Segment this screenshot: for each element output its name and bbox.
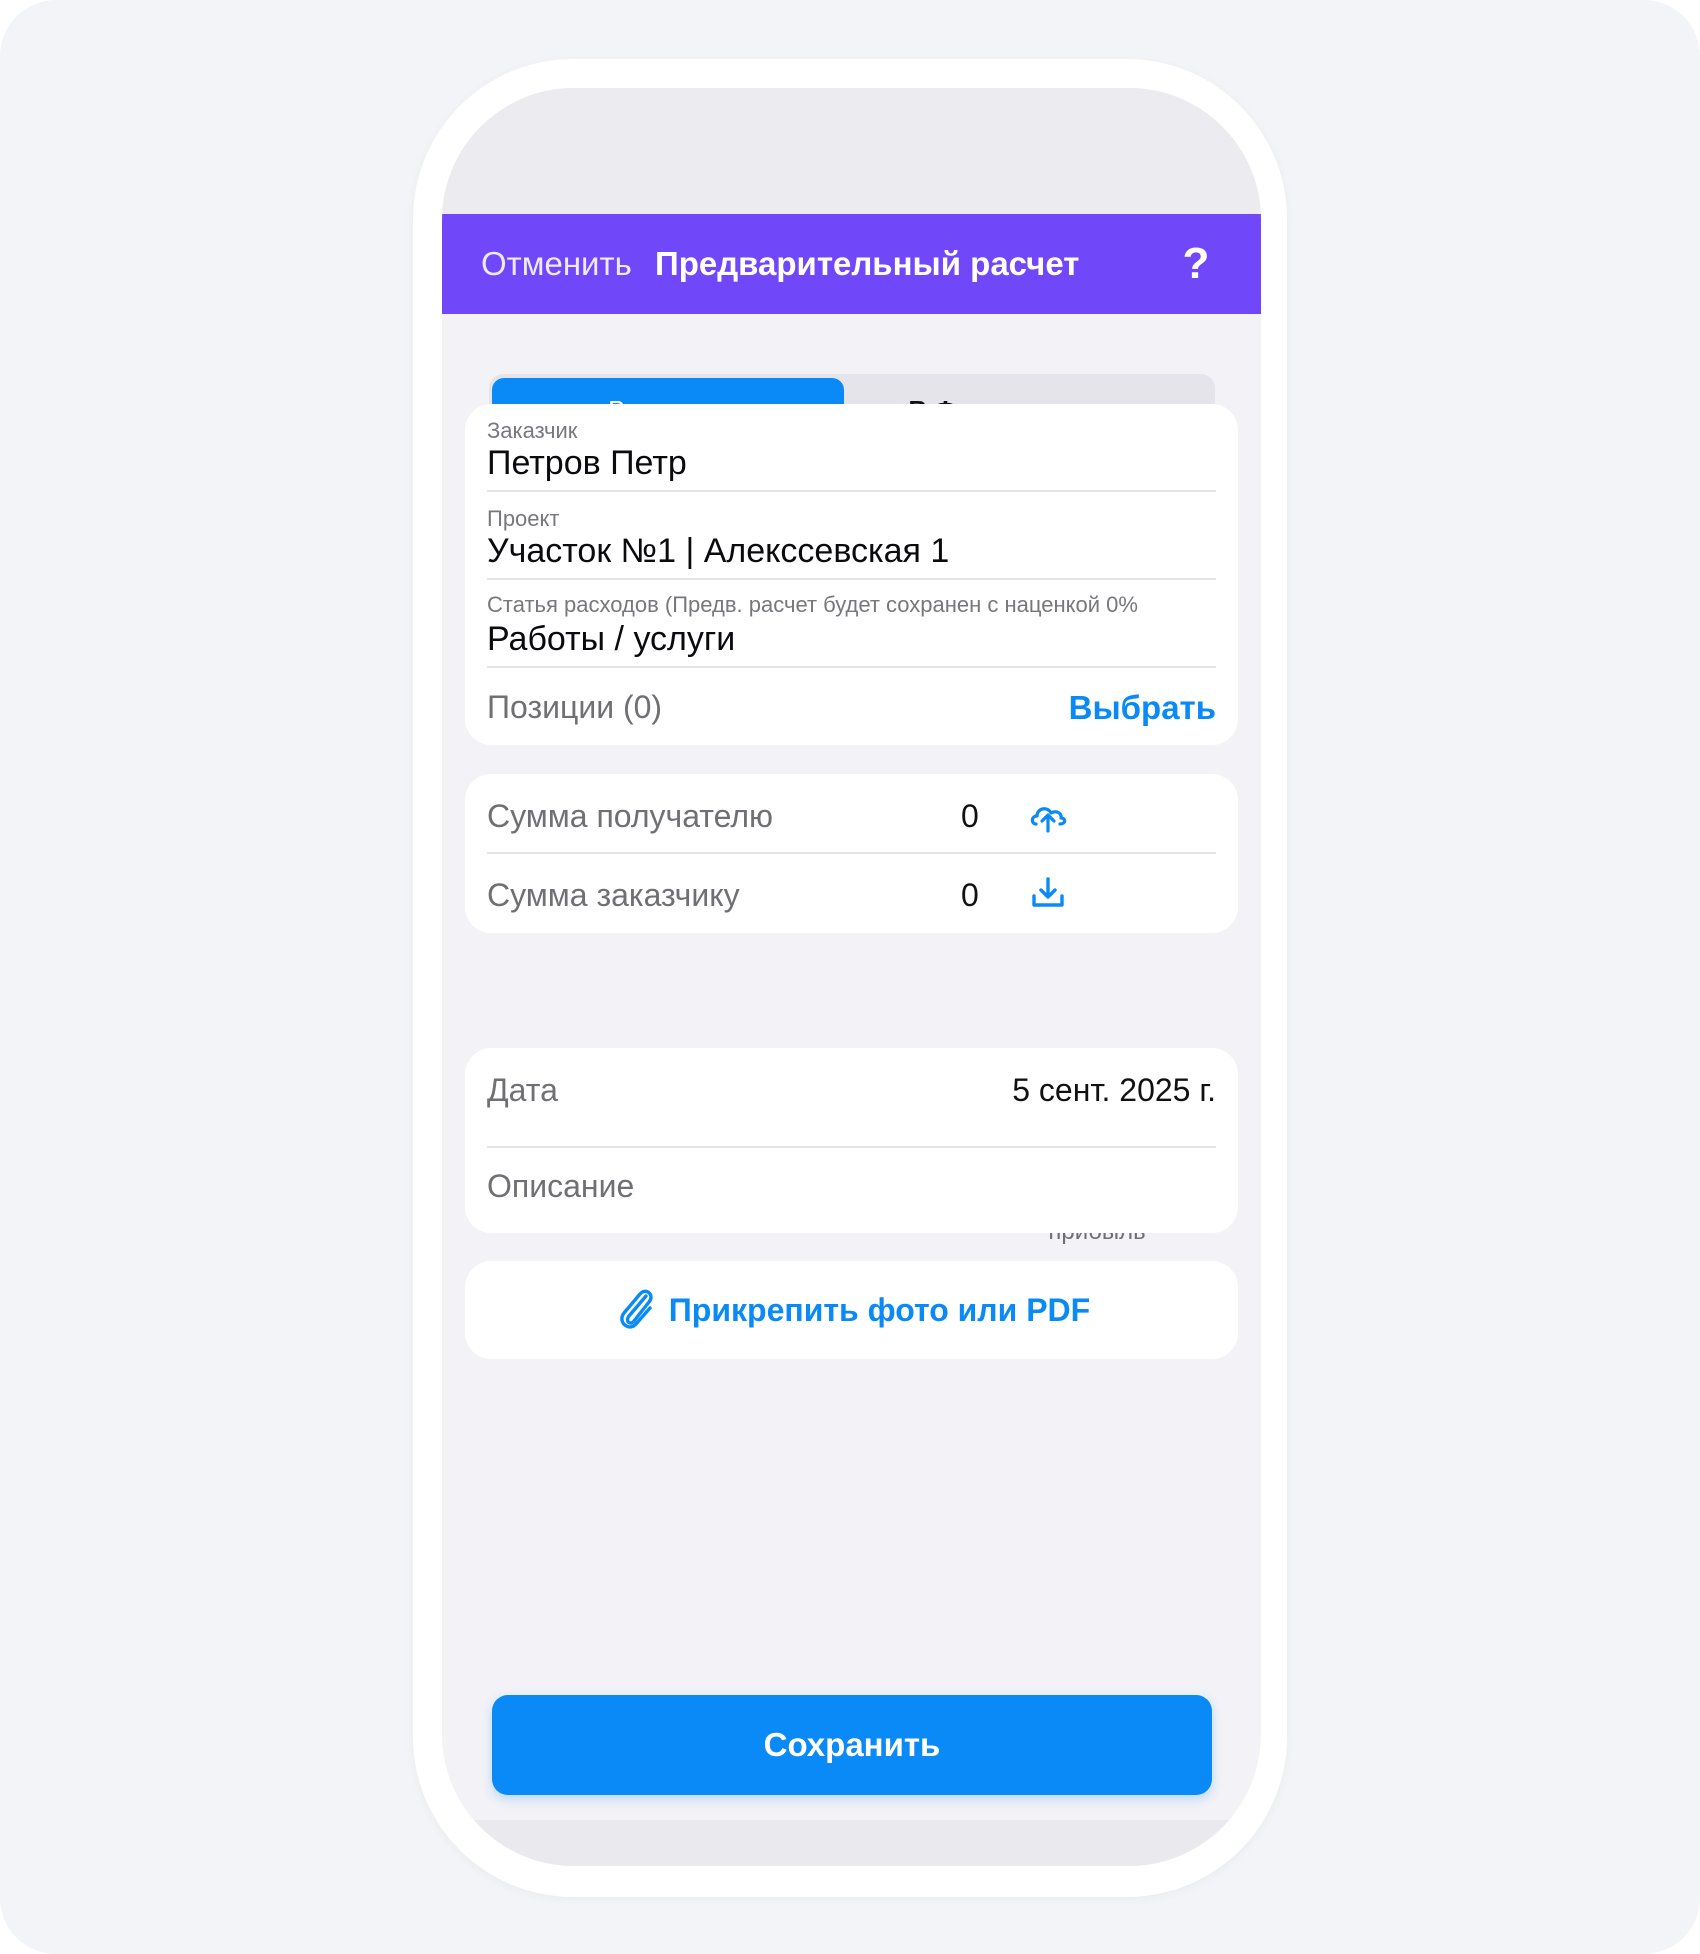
date-value: 5 сент. 2025 г. [1012,1072,1216,1108]
customer-label: Заказчик [487,418,578,443]
date-field[interactable]: Дата 5 сент. 2025 г. [465,1048,1238,1126]
divider [487,666,1216,668]
expense-item-value: Работы / услуги [487,620,736,658]
cancel-button[interactable]: Отменить [481,214,632,314]
save-button[interactable]: Сохранить [492,1695,1212,1795]
project-field[interactable]: Проект Участок №1 | Алекссевская 1 [465,492,1238,578]
upload-cloud-icon[interactable] [1028,796,1068,836]
help-button[interactable]: ? [1176,214,1216,314]
date-label: Дата [487,1072,558,1108]
recipient-sum-value[interactable]: 0 [961,798,979,835]
recipient-sum-label: Сумма получателю [487,798,773,834]
customer-field[interactable]: Заказчик Петров Петр [465,404,1238,490]
paperclip-icon [620,1289,653,1329]
description-input[interactable]: Описание [487,1168,634,1205]
attach-card[interactable]: Прикрепить фото или PDF [465,1261,1238,1359]
download-tray-icon[interactable] [1028,874,1068,914]
app-screen: Отменить Предварительный расчет ? В прое… [442,88,1261,1866]
page-title: Предварительный расчет [655,245,1080,282]
project-label: Проект [487,506,560,531]
project-value: Участок №1 | Алекссевская 1 [487,532,950,570]
attach-button[interactable]: Прикрепить фото или PDF [465,1261,1238,1359]
expense-item-field[interactable]: Статья расходов (Предв. расчет будет сох… [465,580,1238,666]
expense-item-label: Статья расходов (Предв. расчет будет сох… [487,592,1138,617]
home-indicator-area [442,1820,1261,1866]
details-card: Дата 5 сент. 2025 г. Описание [465,1048,1238,1233]
status-bar-area [442,88,1261,214]
customer-value: Петров Петр [487,444,687,482]
main-info-card: Заказчик Петров Петр Проект Участок №1 |… [465,404,1238,745]
attach-label: Прикрепить фото или PDF [668,1291,1091,1328]
nav-bar: Отменить Предварительный расчет ? [442,214,1261,314]
sums-card: Сумма получателю 0 Сумма заказчику 0 [465,774,1238,933]
customer-sum-value[interactable]: 0 [961,877,979,914]
positions-label: Позиции (0) [487,689,663,725]
customer-sum-label: Сумма заказчику [487,877,740,913]
divider [487,1146,1216,1148]
divider [487,852,1216,854]
select-positions-button[interactable]: Выбрать [1069,689,1216,727]
